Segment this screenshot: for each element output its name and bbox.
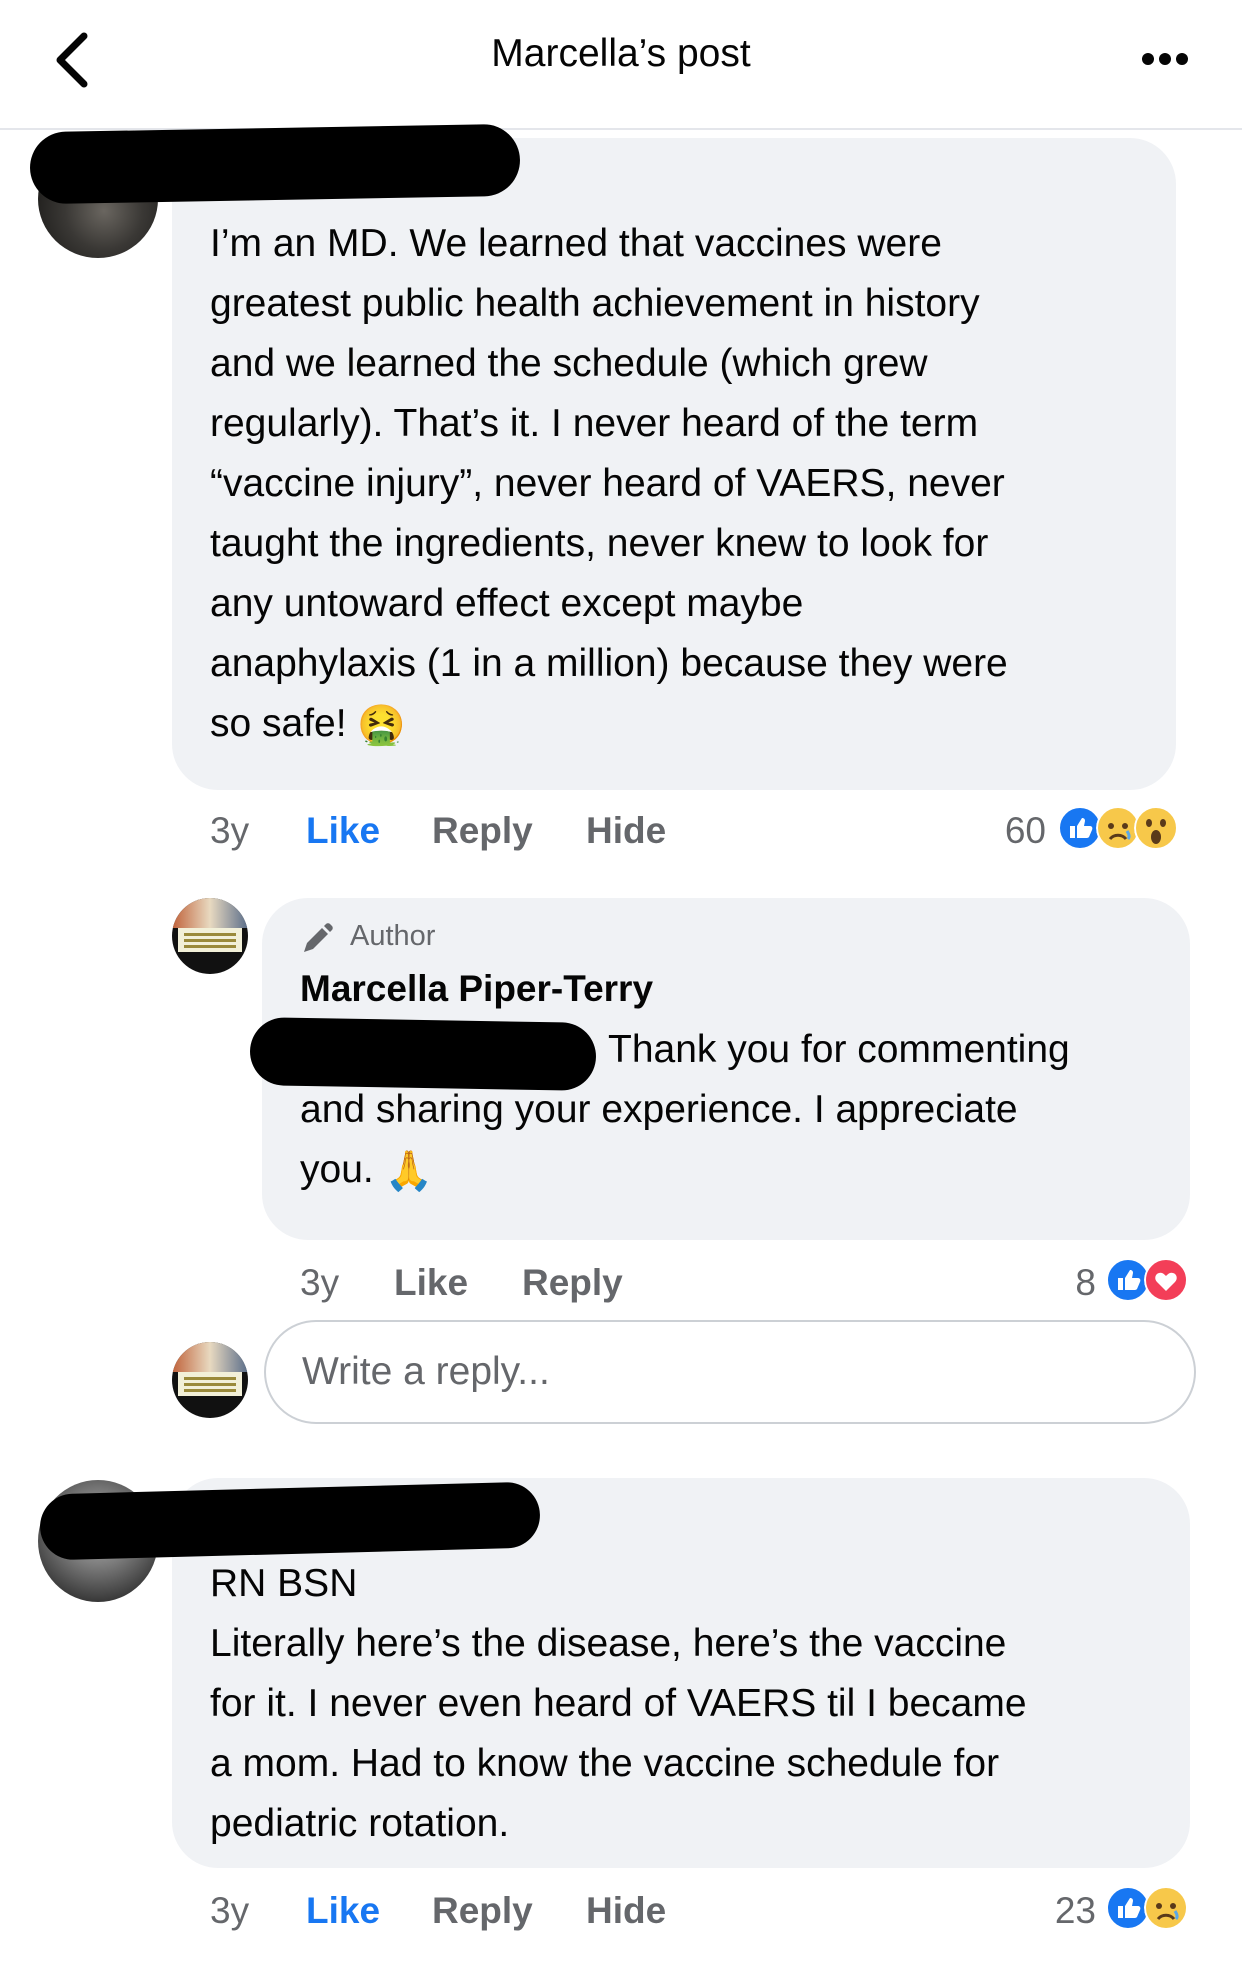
author-avatar[interactable] xyxy=(172,898,248,974)
like-button[interactable]: Like xyxy=(394,1262,468,1304)
like-button[interactable]: Like xyxy=(306,810,380,852)
hide-button[interactable]: Hide xyxy=(586,1890,666,1932)
reply-button[interactable]: Reply xyxy=(432,810,533,852)
comment-timestamp: 3y xyxy=(210,810,250,851)
author-badge: Author xyxy=(350,920,436,952)
reaction-count[interactable]: 8 xyxy=(1026,1262,1096,1304)
reply-timestamp: 3y xyxy=(300,1262,340,1303)
redacted-name xyxy=(39,1481,541,1561)
wow-icon xyxy=(1134,806,1178,850)
reply-text: and sharing your experience. I appreciat… xyxy=(300,1080,1180,1202)
comment-timestamp: 3y xyxy=(210,1890,250,1931)
hide-button[interactable]: Hide xyxy=(586,810,666,852)
praying-hands-emoji: 🙏 xyxy=(384,1149,434,1193)
reaction-count[interactable]: 60 xyxy=(960,810,1046,852)
reply-text-line1: Thank you for commenting xyxy=(608,1028,1070,1071)
reaction-count[interactable]: 23 xyxy=(1000,1890,1096,1932)
like-button[interactable]: Like xyxy=(306,1890,380,1932)
more-options-icon[interactable] xyxy=(1140,48,1190,70)
comment-text: RN BSN Literally here’s the disease, her… xyxy=(210,1562,1027,1845)
author-name[interactable]: Marcella Piper-Terry xyxy=(300,968,653,1010)
love-icon xyxy=(1144,1258,1188,1302)
page-title: Marcella’s post xyxy=(491,32,751,75)
user-avatar xyxy=(172,1342,248,1418)
write-reply-input[interactable] xyxy=(264,1320,1196,1424)
reply-button[interactable]: Reply xyxy=(432,1890,533,1932)
comment-text: I’m an MD. We learned that vaccines were… xyxy=(210,214,1160,756)
pencil-icon xyxy=(304,923,333,952)
redacted-name xyxy=(29,123,521,205)
nauseated-emoji: 🤮 xyxy=(357,703,406,747)
reply-button[interactable]: Reply xyxy=(522,1262,623,1304)
sad-icon xyxy=(1144,1886,1188,1930)
